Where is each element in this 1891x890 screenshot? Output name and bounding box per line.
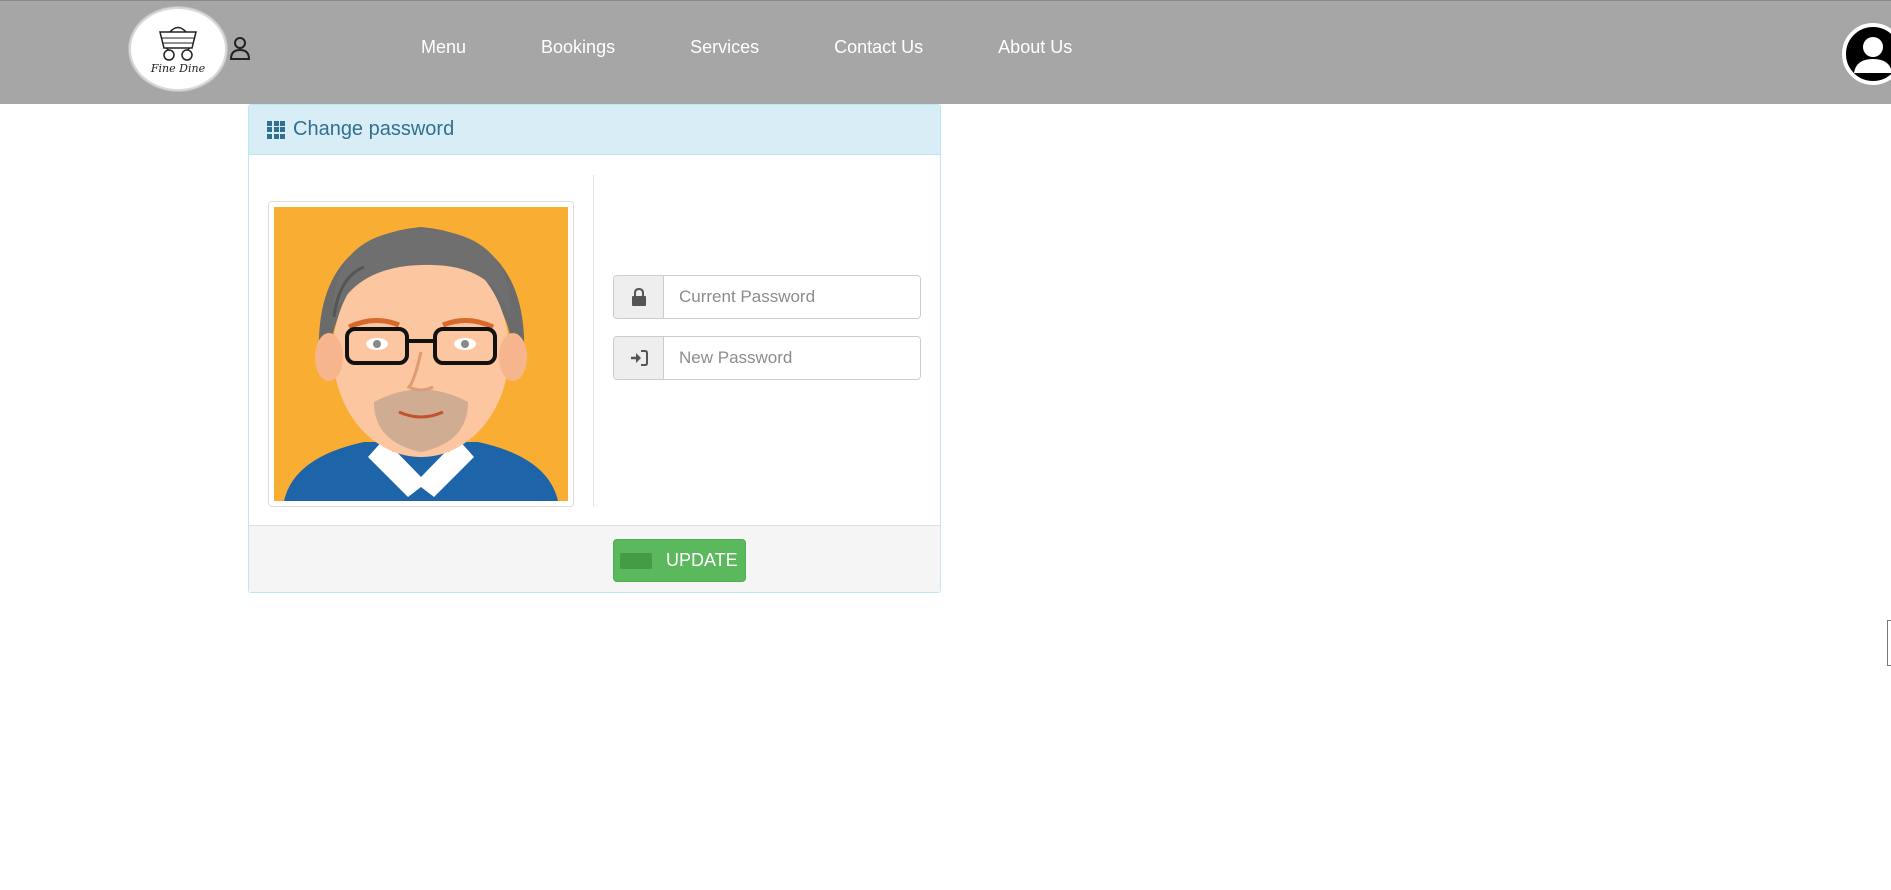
panel-footer: UPDATE bbox=[249, 525, 940, 592]
nav-link-services[interactable]: Services bbox=[690, 37, 759, 58]
panel-divider bbox=[593, 175, 594, 507]
brand-logo[interactable]: Fine Dine bbox=[129, 7, 227, 91]
user-icon[interactable] bbox=[228, 35, 252, 61]
avatar-thumbnail bbox=[268, 201, 574, 507]
cart-icon bbox=[159, 26, 197, 61]
current-password-addon bbox=[614, 276, 664, 318]
current-password-input[interactable] bbox=[664, 276, 920, 318]
nav-links: Menu Bookings Services Contact Us About … bbox=[421, 37, 1147, 58]
avatar-image bbox=[274, 207, 568, 501]
button-icon-placeholder bbox=[620, 552, 652, 569]
new-password-addon bbox=[614, 337, 664, 379]
panel-heading: Change password bbox=[249, 105, 940, 155]
sign-in-icon bbox=[630, 350, 648, 366]
lock-icon bbox=[631, 288, 646, 306]
nav-link-about-us[interactable]: About Us bbox=[998, 37, 1072, 58]
scroll-edge-handle[interactable] bbox=[1887, 620, 1891, 666]
change-password-panel: Change password UPDATE bbox=[248, 104, 941, 593]
top-navbar: Fine Dine Menu Bookings Services Contact… bbox=[0, 0, 1891, 104]
current-password-group bbox=[613, 275, 921, 319]
panel-title: Change password bbox=[293, 118, 455, 140]
panel-body bbox=[249, 155, 940, 528]
cartoon-man-avatar bbox=[274, 207, 568, 501]
update-button[interactable]: UPDATE bbox=[613, 539, 746, 582]
new-password-input[interactable] bbox=[664, 337, 920, 379]
grid-icon bbox=[267, 120, 285, 139]
update-button-label: UPDATE bbox=[666, 550, 738, 570]
nav-link-menu[interactable]: Menu bbox=[421, 37, 466, 58]
brand-name: Fine Dine bbox=[150, 61, 206, 75]
profile-avatar-button[interactable] bbox=[1842, 23, 1891, 85]
new-password-group bbox=[613, 336, 921, 380]
nav-link-contact-us[interactable]: Contact Us bbox=[834, 37, 923, 58]
nav-link-bookings[interactable]: Bookings bbox=[541, 37, 615, 58]
account-circle-icon bbox=[1854, 37, 1891, 73]
